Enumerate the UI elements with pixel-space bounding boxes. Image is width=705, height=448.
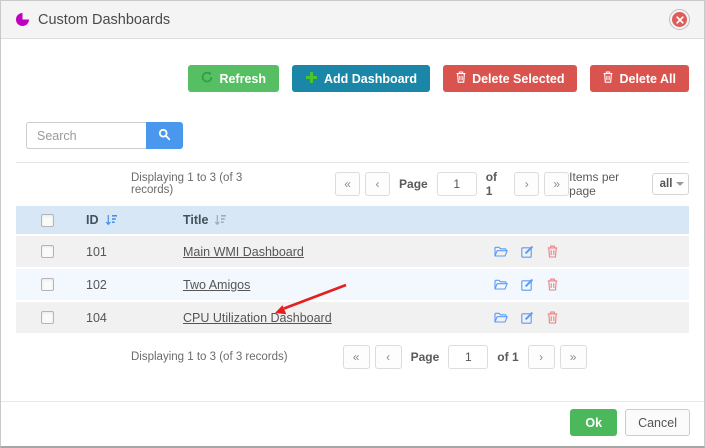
refresh-button[interactable]: Refresh: [188, 65, 279, 92]
row-id: 104: [86, 310, 107, 325]
row-checkbox[interactable]: [41, 278, 54, 291]
modal-footer: Ok Cancel: [1, 402, 704, 446]
items-per-page: Items per page all: [569, 170, 689, 198]
prev-page-button[interactable]: ‹: [374, 345, 402, 369]
search-button[interactable]: [146, 122, 183, 149]
items-per-page-select[interactable]: all: [651, 173, 689, 195]
page-label: Page: [410, 350, 440, 364]
row-id: 101: [86, 244, 107, 259]
close-button[interactable]: [669, 9, 690, 30]
pie-chart-icon: [15, 12, 30, 27]
table-row: 101 Main WMI Dashboard: [16, 236, 689, 269]
next-page-button[interactable]: ›: [514, 172, 540, 196]
refresh-icon: [201, 71, 213, 86]
search-icon: [158, 128, 171, 144]
cancel-button[interactable]: Cancel: [625, 409, 690, 436]
sort-icon-title[interactable]: [214, 214, 227, 226]
custom-dashboards-modal: Custom Dashboards Refresh Add Dashboard: [0, 0, 705, 448]
plus-icon: [305, 71, 318, 87]
pagination-controls: « ‹ Page of 1 › »: [335, 170, 570, 198]
trash-icon: [603, 71, 613, 86]
ok-button[interactable]: Ok: [570, 409, 618, 436]
row-id: 102: [86, 277, 107, 292]
items-per-page-label: Items per page: [569, 170, 620, 198]
search-input[interactable]: [26, 122, 146, 149]
pagination-controls: « ‹ Page of 1 › »: [342, 345, 587, 369]
dashboard-title-link[interactable]: CPU Utilization Dashboard: [183, 311, 332, 325]
open-folder-icon[interactable]: [494, 279, 508, 291]
records-summary: Displaying 1 to 3 (of 3 records): [131, 172, 243, 196]
of-total-label: of 1: [497, 350, 519, 364]
modal-body: Refresh Add Dashboard Delete Selected De…: [1, 39, 704, 401]
toolbar: Refresh Add Dashboard Delete Selected De…: [16, 65, 689, 92]
add-dashboard-button[interactable]: Add Dashboard: [292, 65, 431, 92]
open-folder-icon[interactable]: [494, 246, 508, 258]
table-row: 104 CPU Utilization Dashboard: [16, 302, 689, 335]
pagination-top: Displaying 1 to 3 (of 3 records) « ‹ Pag…: [16, 170, 689, 198]
records-summary: Displaying 1 to 3 (of 3 records): [131, 351, 288, 363]
sort-icon-id[interactable]: [105, 214, 118, 226]
edit-icon[interactable]: [521, 245, 534, 258]
delete-all-button[interactable]: Delete All: [590, 65, 689, 92]
table-header-row: ID Title: [16, 206, 689, 236]
row-checkbox[interactable]: [41, 311, 54, 324]
section-divider: [16, 162, 689, 163]
last-page-button[interactable]: »: [544, 172, 570, 196]
pagination-bottom: Displaying 1 to 3 (of 3 records) « ‹ Pag…: [16, 343, 689, 371]
modal-title: Custom Dashboards: [38, 11, 171, 28]
delete-row-icon[interactable]: [547, 245, 558, 258]
column-header-title: Title: [183, 213, 209, 227]
close-icon: [672, 12, 687, 27]
select-all-checkbox[interactable]: [41, 213, 54, 227]
page-number-input[interactable]: [448, 345, 489, 369]
delete-row-icon[interactable]: [547, 311, 558, 324]
column-header-id: ID: [86, 213, 99, 227]
dashboard-title-link[interactable]: Main WMI Dashboard: [183, 245, 304, 259]
dashboards-table: ID Title 101 Main WMI Dashboard 102 Two …: [16, 206, 689, 335]
caret-down-icon: [676, 182, 685, 186]
search-bar: [26, 122, 704, 149]
table-row: 102 Two Amigos: [16, 269, 689, 302]
next-page-button[interactable]: ›: [527, 345, 555, 369]
dashboard-title-link[interactable]: Two Amigos: [183, 278, 250, 292]
delete-selected-button[interactable]: Delete Selected: [443, 65, 578, 92]
row-checkbox[interactable]: [41, 245, 54, 258]
of-total-label: of 1: [485, 170, 498, 198]
open-folder-icon[interactable]: [494, 312, 508, 324]
first-page-button[interactable]: «: [335, 172, 361, 196]
page-label: Page: [399, 177, 428, 191]
edit-icon[interactable]: [521, 311, 534, 324]
prev-page-button[interactable]: ‹: [365, 172, 391, 196]
first-page-button[interactable]: «: [342, 345, 370, 369]
trash-icon: [456, 71, 466, 86]
last-page-button[interactable]: »: [559, 345, 587, 369]
edit-icon[interactable]: [521, 278, 534, 291]
page-number-input[interactable]: [436, 172, 477, 196]
delete-row-icon[interactable]: [547, 278, 558, 291]
modal-header: Custom Dashboards: [1, 1, 704, 39]
